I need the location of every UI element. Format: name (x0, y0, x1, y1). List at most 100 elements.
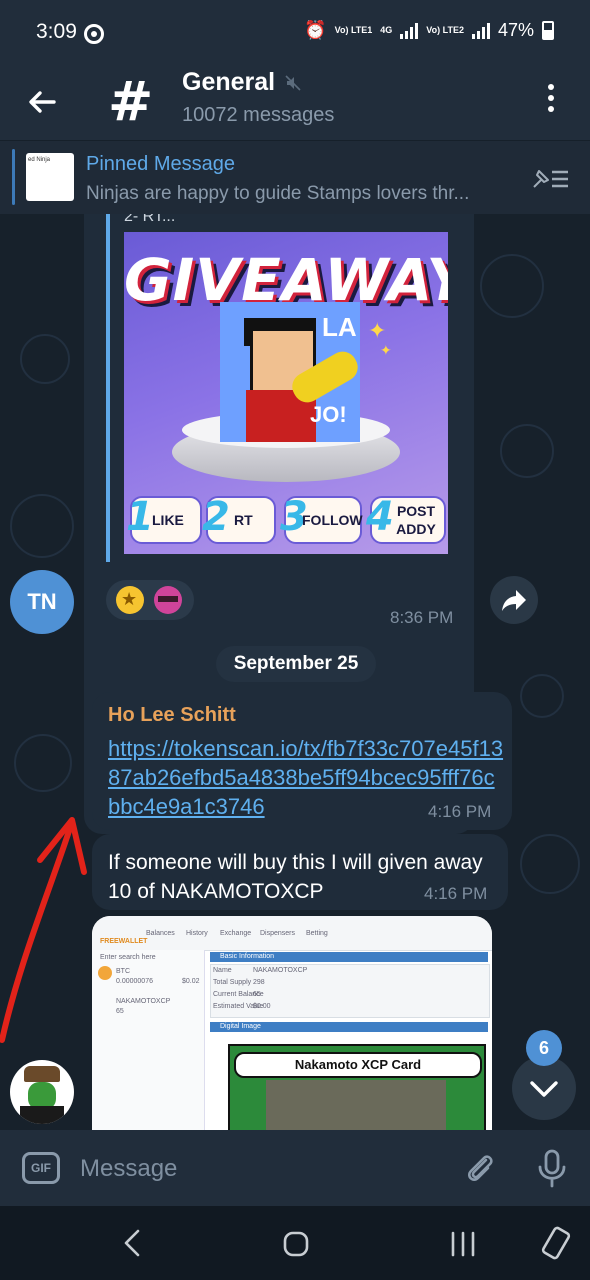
step-label: RT (234, 512, 253, 528)
pinned-text: Ninjas are happy to guide Stamps lovers … (86, 183, 470, 204)
nav-home-icon[interactable] (282, 1230, 310, 1258)
share-button[interactable] (490, 576, 538, 624)
sparkle-icon: ✦ (380, 342, 392, 358)
more-menu-icon[interactable] (546, 84, 556, 116)
sim2-label: Vo) LTE2 (426, 25, 464, 35)
date-separator: September 25 (216, 646, 376, 682)
message-bubble[interactable]: If someone will buy this I will given aw… (92, 834, 508, 910)
nav-back-icon[interactable] (120, 1228, 144, 1258)
pinned-title: Pinned Message (86, 153, 235, 175)
wallet-tab: Betting (306, 930, 328, 937)
pinned-thumbnail: ed Ninja (26, 153, 74, 201)
message-time: 4:16 PM (424, 884, 488, 903)
status-indicators: ⏰ Vo) LTE1 4G Vo) LTE2 47% (304, 20, 554, 41)
info-header: Basic Information (210, 952, 488, 962)
attach-icon[interactable] (462, 1150, 498, 1186)
info-header-text: Basic Information (220, 953, 275, 960)
step-label: LIKE (152, 512, 184, 528)
message-count: 10072 messages (182, 104, 335, 126)
info-value: NAKAMOTOXCP (253, 967, 308, 974)
card-artwork (266, 1080, 446, 1130)
record-icon (84, 24, 104, 44)
back-arrow-icon[interactable] (26, 86, 58, 118)
sparkle-icon: ✦ (368, 318, 387, 343)
unread-badge: 6 (526, 1030, 562, 1066)
wallet-tab: History (186, 930, 208, 937)
asset-name: NAKAMOTOXCP (116, 998, 171, 1005)
status-time: 3:09 (36, 20, 77, 43)
reply-quote-bar (106, 214, 110, 562)
chat-header: # General 10072 messages (0, 66, 590, 140)
info-label: Total Supply (213, 979, 252, 986)
pixel-ninja-art: LA JO! (220, 302, 363, 442)
message-composer: GIF (0, 1130, 590, 1206)
step-number: 2 (202, 494, 230, 540)
pinned-thumb-text: ed Ninja (28, 157, 51, 163)
wallet-tab: Exchange (220, 930, 252, 937)
alarm-icon: ⏰ (304, 20, 327, 40)
screenshot-image[interactable]: FREEWALLET Balances History Exchange Dis… (92, 916, 492, 1130)
info-value: $0.00 (253, 1003, 271, 1010)
red-arrow-annotation (0, 817, 87, 1043)
chat-title[interactable]: General (182, 68, 275, 97)
sender-name[interactable]: Ho Lee Schitt (108, 704, 236, 727)
quoted-text: 2- RT... (124, 214, 176, 225)
step-number: 1 (126, 494, 154, 540)
step-label: FOLLOW (302, 512, 363, 528)
chat-area[interactable]: 2- RT... GIVEAWAY LA JO! ✦ ✦ 1 LIKE 2 RT… (0, 214, 590, 1130)
background-doodle (500, 424, 554, 478)
muted-icon (285, 75, 301, 91)
step-label: POST ADDY (396, 503, 436, 537)
giveaway-image[interactable]: GIVEAWAY LA JO! ✦ ✦ 1 LIKE 2 RT 3 FOLLOW… (124, 232, 448, 554)
signal-icon-2 (471, 22, 490, 39)
art-text-la: LA (322, 312, 357, 342)
background-doodle (10, 494, 74, 558)
background-doodle (20, 334, 70, 384)
wallet-tab: Balances (146, 930, 175, 937)
digital-image-header: Digital Image (210, 1022, 488, 1032)
digital-image-header-text: Digital Image (220, 1023, 261, 1030)
step-card-follow: 3 FOLLOW (280, 494, 363, 544)
status-bar: 3:09 ⏰ Vo) LTE1 4G Vo) LTE2 47% (0, 0, 590, 66)
info-label: Name (213, 967, 232, 974)
wallet-topbar: FREEWALLET Balances History Exchange Dis… (92, 916, 492, 951)
gif-button[interactable]: GIF (22, 1152, 60, 1184)
nav-recent-apps-icon[interactable] (448, 1230, 478, 1258)
avatar[interactable]: TN (10, 570, 74, 634)
background-doodle (480, 254, 544, 318)
network-type: 4G (380, 25, 393, 35)
step-card-post-addy: 4 POST ADDY (366, 494, 446, 544)
asset-value: 0.00000076 (116, 978, 153, 985)
card-title: Nakamoto XCP Card (234, 1052, 482, 1078)
message-bubble[interactable]: Ho Lee Schitt https://tokenscan.io/tx/fb… (92, 692, 512, 830)
step-number: 4 (366, 494, 394, 540)
reactions-row[interactable] (106, 580, 194, 620)
pinned-indicator (12, 149, 15, 205)
rotate-screen-icon[interactable] (540, 1226, 572, 1260)
nft-card: Nakamoto XCP Card (228, 1044, 486, 1130)
pinned-list-icon[interactable] (530, 167, 570, 191)
art-text-jo: JO! (310, 402, 347, 427)
signal-icon (400, 22, 419, 39)
background-doodle (520, 674, 564, 718)
info-value: 65 (253, 991, 261, 998)
wallet-tab: Dispensers (260, 930, 296, 937)
info-value: 298 (253, 979, 265, 986)
message-time: 4:16 PM (428, 802, 492, 821)
channel-hash-icon[interactable]: # (108, 70, 153, 133)
background-doodle (14, 734, 72, 792)
battery-icon (542, 21, 554, 40)
step-card-like: 1 LIKE (126, 494, 202, 544)
ninja-emoji-icon[interactable] (154, 586, 182, 614)
battery-level: 47% (497, 20, 534, 40)
step-card-rt: 2 RT (202, 494, 276, 544)
system-nav-bar (0, 1206, 590, 1280)
microphone-icon[interactable] (534, 1148, 570, 1188)
pinned-message-bar[interactable]: ed Ninja Pinned Message Ninjas are happy… (0, 140, 590, 215)
star-struck-emoji-icon[interactable] (116, 586, 144, 614)
sim1-label: Vo) LTE1 (334, 25, 373, 35)
background-doodle (520, 834, 580, 894)
asset-usd: $0.02 (182, 978, 200, 985)
message-time: 8:36 PM (390, 608, 454, 627)
message-input[interactable] (78, 1148, 442, 1190)
